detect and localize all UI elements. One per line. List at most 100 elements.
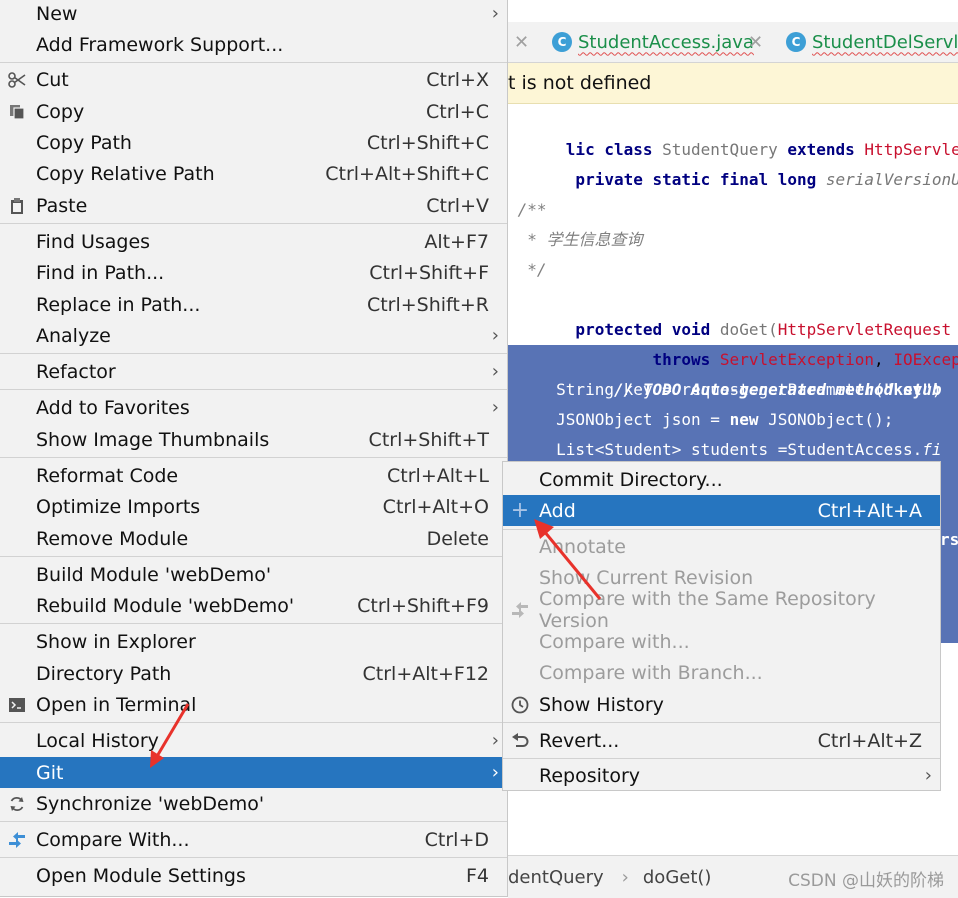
menu-item-local-history[interactable]: Local History › [0,725,507,756]
menu-label: Add [539,499,576,522]
chevron-right-icon: › [491,730,499,751]
menu-item-remove-module[interactable]: Remove Module Delete [0,523,507,554]
menu-item-cut[interactable]: Cut Ctrl+X [0,64,507,95]
breadcrumb-class[interactable]: dentQuery [508,867,604,888]
menu-item-show-in-explorer[interactable]: Show in Explorer [0,626,507,657]
chevron-right-icon: › [491,3,499,24]
menu-item-show-image-thumbnails[interactable]: Show Image Thumbnails Ctrl+Shift+T [0,424,507,455]
menu-label: Show Image Thumbnails [36,428,270,451]
menu-separator [0,223,507,224]
menu-item-rebuild-module[interactable]: Rebuild Module 'webDemo' Ctrl+Shift+F9 [0,590,507,621]
menu-label: Synchronize 'webDemo' [36,792,265,815]
close-tab-icon[interactable]: ✕ [748,28,763,56]
menu-item-copy-relative-path[interactable]: Copy Relative Path Ctrl+Alt+Shift+C [0,158,507,189]
menu-shortcut: Ctrl+Alt+O [382,495,489,518]
menu-item-reformat-code[interactable]: Reformat Code Ctrl+Alt+L [0,460,507,491]
tab-student-del-servlet[interactable]: C StudentDelServle [786,28,958,56]
menu-label: Paste [36,194,88,217]
tab-label: StudentDelServle [812,31,958,53]
menu-label: Add to Favorites [36,396,190,419]
code-line: private static final long serialVersionU… [565,170,958,189]
code-line: lic class StudentQuery extends HttpServl… [565,140,958,159]
menu-separator [0,389,507,390]
menu-separator [0,623,507,624]
copy-icon [7,102,27,122]
compare-icon [7,830,27,850]
menu-item-directory-path[interactable]: Directory Path Ctrl+Alt+F12 [0,658,507,689]
menu-label: Cut [36,68,69,91]
menu-shortcut: Ctrl+Alt+Shift+C [325,162,489,185]
menu-label: Copy [36,100,85,123]
code-line: String key = request.getParameter("key") [508,380,942,399]
menu-item-copy[interactable]: Copy Ctrl+C [0,96,507,127]
menu-item-build-module[interactable]: Build Module 'webDemo' [0,559,507,590]
menu-item-compare-with[interactable]: Compare With... Ctrl+D [0,824,507,855]
chevron-right-icon: › [491,762,499,783]
menu-separator [503,722,940,723]
menu-shortcut: Ctrl+Shift+F9 [357,594,489,617]
menu-item-repository[interactable]: Repository › [503,760,940,791]
menu-item-find-usages[interactable]: Find Usages Alt+F7 [0,226,507,257]
menu-item-optimize-imports[interactable]: Optimize Imports Ctrl+Alt+O [0,491,507,522]
menu-separator [0,457,507,458]
menu-shortcut: Ctrl+Shift+F [369,261,489,284]
menu-item-compare-with-branch[interactable]: Compare with Branch... [503,657,940,688]
menu-item-show-history[interactable]: Show History [503,689,940,720]
menu-shortcut: Ctrl+X [426,68,489,91]
menu-item-add-framework-support[interactable]: Add Framework Support... [0,29,507,60]
tab-student-access[interactable]: C StudentAccess.java [552,28,754,56]
menu-item-paste[interactable]: Paste Ctrl+V [0,190,507,221]
code-line: * 学生信息查询 [508,230,643,249]
menu-separator [0,556,507,557]
menu-item-replace-in-path[interactable]: Replace in Path... Ctrl+Shift+R [0,289,507,320]
watermark: CSDN @山妖的阶梯 [788,871,944,891]
menu-label: Remove Module [36,527,189,550]
menu-shortcut: Ctrl+Shift+R [366,293,489,316]
menu-item-commit-directory[interactable]: Commit Directory... [503,464,940,495]
menu-item-revert[interactable]: Revert... Ctrl+Alt+Z [503,725,940,756]
undo-icon [510,731,530,751]
menu-label: Analyze [36,324,111,347]
menu-item-annotate[interactable]: Annotate [503,531,940,562]
menu-item-refactor[interactable]: Refactor › [0,356,507,387]
chevron-right-icon: › [491,325,499,346]
compare-icon [510,600,530,620]
menu-item-git[interactable]: Git › [0,757,507,788]
menu-shortcut: Ctrl+Alt+L [387,464,489,487]
menu-shortcut: Ctrl+V [426,194,489,217]
menu-item-copy-path[interactable]: Copy Path Ctrl+Shift+C [0,127,507,158]
menu-item-find-in-path[interactable]: Find in Path... Ctrl+Shift+F [0,257,507,288]
menu-label: Compare with... [539,630,690,653]
code-fragment: rs [940,530,958,549]
menu-shortcut: Ctrl+Alt+A [817,499,922,522]
context-menu: New › Add Framework Support... Cut Ctrl+… [0,0,508,897]
menu-item-analyze[interactable]: Analyze › [0,320,507,351]
menu-separator [0,62,507,63]
menu-label: Add Framework Support... [36,33,284,56]
editor-tab-bar: ✕ C StudentAccess.java ✕ C StudentDelSer… [508,22,958,63]
terminal-icon [7,695,27,715]
menu-label: Git [36,761,64,784]
menu-item-add[interactable]: + Add Ctrl+Alt+A [503,495,940,526]
menu-separator [0,821,507,822]
close-tab-icon[interactable]: ✕ [514,28,529,56]
breadcrumb-method[interactable]: doGet() [643,867,712,888]
menu-item-synchronize[interactable]: Synchronize 'webDemo' [0,788,507,819]
menu-item-compare-with-revision[interactable]: Compare with... [503,626,940,657]
menu-label: Compare with the Same Repository Version [539,587,876,632]
menu-label: Show Current Revision [539,566,754,589]
code-line: /** [508,200,547,219]
menu-label: Build Module 'webDemo' [36,563,272,586]
menu-separator [503,529,940,530]
menu-label: Replace in Path... [36,293,201,316]
menu-item-add-to-favorites[interactable]: Add to Favorites › [0,392,507,423]
menu-shortcut: F4 [465,865,489,887]
menu-label: Open Module Settings [36,865,246,887]
menu-item-open-module-settings[interactable]: Open Module Settings F4 [0,860,507,892]
menu-shortcut: Ctrl+Alt+Z [817,729,922,752]
menu-item-new[interactable]: New › [0,0,507,27]
menu-item-compare-same-repository[interactable]: Compare with the Same Repository Version [503,588,940,632]
class-icon: C [786,32,806,52]
tab-label: StudentAccess.java [578,31,754,53]
menu-item-open-in-terminal[interactable]: Open in Terminal [0,689,507,720]
